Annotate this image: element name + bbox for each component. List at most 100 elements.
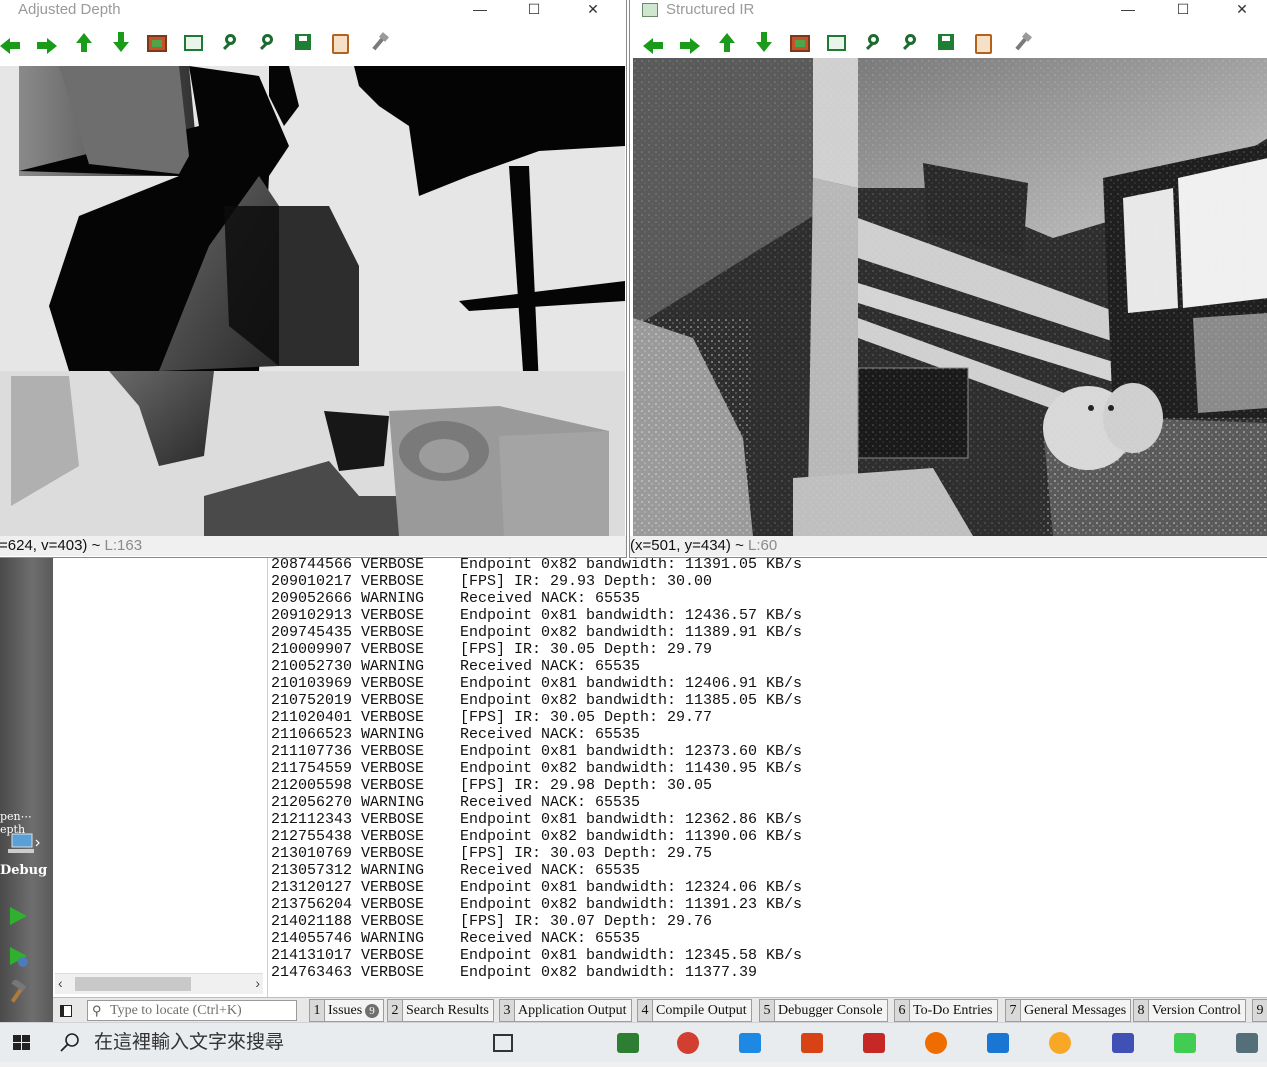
output-tab-compile-output[interactable]: 4 Compile Output (637, 999, 752, 1022)
properties-icon[interactable] (369, 31, 391, 53)
scroll-right-icon[interactable]: › (255, 975, 260, 991)
log-row: 212112343 VERBOSE Endpoint 0x81 bandwidth:… (271, 811, 1261, 828)
output-tab-application-output[interactable]: 3 Application Output (499, 999, 632, 1022)
log-level: WARNING (361, 658, 425, 675)
output-tab-number: 9 (1253, 1000, 1267, 1021)
pan-up-icon[interactable] (73, 31, 95, 53)
run-icon[interactable] (7, 905, 29, 927)
application-output-log[interactable]: 208744566 VERBOSE Endpoint 0x82 bandwidth:… (271, 556, 1261, 986)
zoom-to-fit-icon[interactable] (790, 35, 810, 52)
log-row: 213756204 VERBOSE Endpoint 0x82 bandwidth:… (271, 896, 1261, 913)
depth-image[interactable] (0, 66, 625, 536)
firefox-icon[interactable] (923, 1030, 949, 1056)
log-row: 209010217 VERBOSE [FPS] IR: 29.93 Depth: 3… (271, 573, 1261, 590)
save-icon[interactable] (295, 34, 311, 50)
qt-creator-icon[interactable] (1172, 1030, 1198, 1056)
output-tab-more[interactable]: 9 (1252, 999, 1267, 1022)
vscode-icon[interactable] (985, 1030, 1011, 1056)
log-message: [FPS] IR: 30.05 Depth: 29.77 (460, 709, 713, 726)
terminal-icon[interactable] (1234, 1030, 1260, 1056)
project-tree-pane[interactable] (53, 555, 268, 997)
save-icon[interactable] (938, 34, 954, 50)
log-row: 210752019 VERBOSE Endpoint 0x82 bandwidth:… (271, 692, 1261, 709)
zoom-rect-icon[interactable] (827, 35, 846, 51)
log-level: VERBOSE (361, 828, 425, 845)
structured-ir-window[interactable]: Structured IR — ☐ ✕ (x=501, y=434) ~ L:6… (629, 0, 1267, 558)
log-level: VERBOSE (361, 913, 425, 930)
locator-input[interactable]: ⚲ Type to locate (Ctrl+K) (87, 1000, 297, 1021)
log-message: Endpoint 0x82 bandwidth: 11390.06 KB/s (460, 828, 803, 845)
zoom-out-icon[interactable] (258, 31, 280, 53)
log-message: Received NACK: 65535 (460, 862, 641, 879)
chrome-canary-icon[interactable] (1047, 1030, 1073, 1056)
pan-left-icon[interactable] (642, 31, 664, 54)
zoom-in-icon[interactable] (864, 31, 886, 53)
log-row: 211020401 VERBOSE [FPS] IR: 30.05 Depth: 2… (271, 709, 1261, 726)
log-message: Endpoint 0x81 bandwidth: 12362.86 KB/s (460, 811, 803, 828)
scroll-left-icon[interactable]: ‹ (58, 975, 63, 991)
log-message: Endpoint 0x81 bandwidth: 12406.91 KB/s (460, 675, 803, 692)
pan-right-icon[interactable] (679, 31, 701, 54)
store-icon[interactable] (615, 1030, 641, 1056)
log-level: VERBOSE (361, 896, 425, 913)
zoom-out-icon[interactable] (901, 31, 923, 53)
build-hammer-icon[interactable] (6, 978, 30, 1004)
output-tab-general-messages[interactable]: 7 General Messages (1005, 999, 1132, 1022)
log-level: VERBOSE (361, 573, 425, 590)
scroll-thumb[interactable] (75, 977, 191, 991)
app-red-icon[interactable] (799, 1030, 825, 1056)
debug-run-icon[interactable] (7, 945, 31, 969)
output-tab-to-do-entries[interactable]: 6 To-Do Entries (894, 999, 998, 1022)
task-view-icon[interactable] (490, 1030, 516, 1056)
copy-icon[interactable] (975, 34, 992, 54)
app-red2-icon[interactable] (861, 1030, 887, 1056)
pan-down-icon[interactable] (753, 31, 775, 53)
log-message: Received NACK: 65535 (460, 794, 641, 811)
output-tab-label: Issues (328, 1003, 363, 1018)
pan-up-icon[interactable] (716, 31, 738, 53)
computer-icon[interactable] (6, 832, 40, 853)
output-tab-number: 1 (310, 1000, 325, 1021)
output-tab-debugger-console[interactable]: 5 Debugger Console (759, 999, 888, 1022)
log-message: Received NACK: 65535 (460, 590, 641, 607)
output-tab-version-control[interactable]: 8 Version Control (1133, 999, 1247, 1022)
toggle-sidebar-icon[interactable] (57, 1002, 73, 1018)
log-level: VERBOSE (361, 743, 425, 760)
ir-image[interactable] (633, 58, 1267, 536)
depth-titlebar[interactable]: Adjusted Depth — ☐ ✕ (0, 0, 626, 20)
output-tab-label: Version Control (1152, 1003, 1242, 1018)
log-message: Endpoint 0x82 bandwidth: 11430.95 KB/s (460, 760, 803, 777)
adjusted-depth-window[interactable]: Adjusted Depth — ☐ ✕ =624, v=403) ~ L:16… (0, 0, 627, 558)
maximize-button[interactable]: ☐ (1160, 0, 1206, 20)
log-timestamp: 209102913 (271, 607, 353, 624)
zoom-to-fit-icon[interactable] (147, 35, 167, 52)
start-button[interactable] (0, 1023, 44, 1062)
log-level: VERBOSE (361, 964, 425, 981)
taskbar-search[interactable]: 在這裡輸入文字來搜尋 (48, 1027, 468, 1058)
zoom-in-icon[interactable] (221, 31, 243, 53)
properties-icon[interactable] (1012, 31, 1034, 53)
maximize-button[interactable]: ☐ (511, 0, 557, 20)
log-level: VERBOSE (361, 777, 425, 794)
ir-titlebar[interactable]: Structured IR — ☐ ✕ (630, 0, 1267, 20)
locator-placeholder: Type to locate (Ctrl+K) (110, 1003, 242, 1018)
minimize-button[interactable]: — (1105, 0, 1151, 20)
log-level: VERBOSE (361, 947, 425, 964)
chrome-icon[interactable] (675, 1030, 701, 1056)
minimize-button[interactable]: — (457, 0, 503, 20)
zoom-rect-icon[interactable] (184, 35, 203, 51)
copy-icon[interactable] (332, 34, 349, 54)
app-blue-icon[interactable] (1110, 1030, 1136, 1056)
mail-icon[interactable] (737, 1030, 763, 1056)
output-tab-issues[interactable]: 1 Issues 9 (309, 999, 384, 1022)
output-tab-search-results[interactable]: 2 Search Results (387, 999, 494, 1022)
pan-right-icon[interactable] (36, 31, 58, 54)
pan-left-icon[interactable] (0, 31, 21, 54)
log-row: 209052666 WARNING Received NACK: 65535 (271, 590, 1261, 607)
close-button[interactable]: ✕ (570, 0, 616, 20)
close-button[interactable]: ✕ (1219, 0, 1265, 20)
horizontal-scrollbar[interactable]: ‹ › (55, 973, 263, 994)
pan-down-icon[interactable] (110, 31, 132, 53)
log-message: Endpoint 0x82 bandwidth: 11391.05 KB/s (460, 556, 803, 573)
windows-taskbar: 在這裡輸入文字來搜尋 (0, 1022, 1267, 1062)
